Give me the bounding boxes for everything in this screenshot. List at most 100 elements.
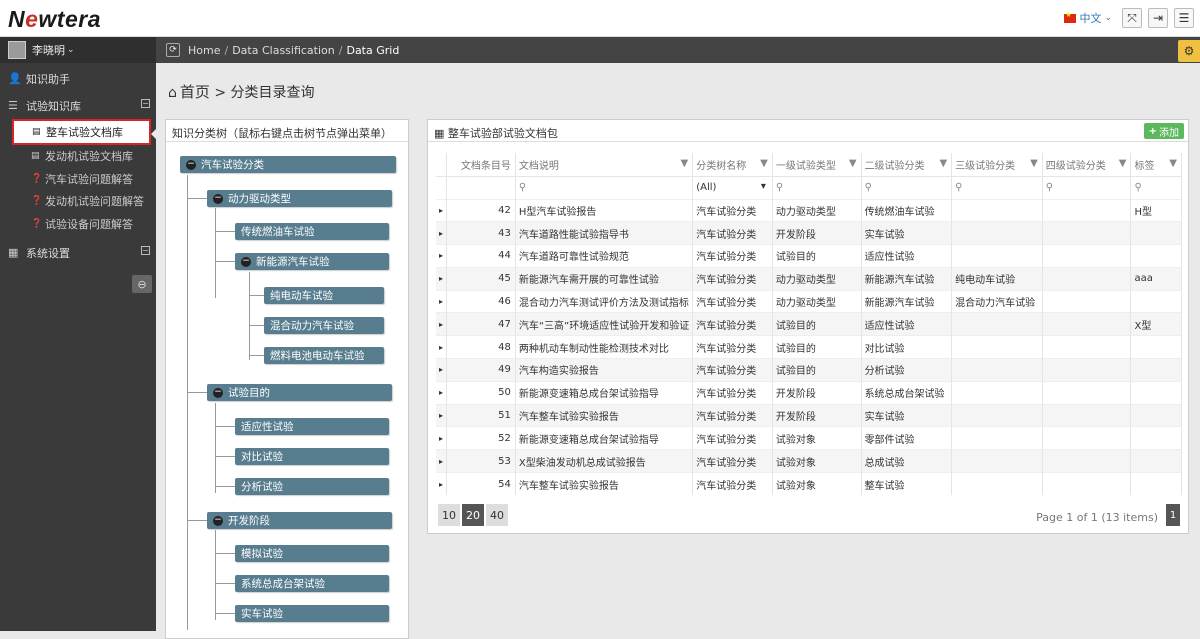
table-row[interactable]: ▸ 48 两种机动车制动性能检测技术对比 汽车试验分类 试验目的 对比试验	[436, 335, 1182, 359]
collapse-icon[interactable]: −	[213, 515, 223, 526]
filter-input[interactable]: ⚲	[1042, 175, 1132, 199]
table-row[interactable]: ▸ 47 汽车“三高”环境适应性试验开发和验证 汽车试验分类 试验目的 适应性试验 X型	[436, 312, 1182, 336]
table-row[interactable]: ▸ 50 新能源变速箱总成台架试验指导 汽车试验分类 开发阶段 系统总成台架试验	[436, 380, 1182, 405]
table-row[interactable]: ▸ 44 汽车道路可靠性试验规范 汽车试验分类 试验目的 适应性试验	[436, 244, 1182, 268]
filter-input[interactable]: ⚲	[772, 175, 862, 199]
expand-row-icon[interactable]: ▸	[436, 289, 447, 313]
tree-node-ev[interactable]: 纯电动车试验	[264, 287, 384, 304]
expand-row-icon[interactable]: ▸	[436, 198, 447, 222]
column-header[interactable]: 三级试验分类 ▼	[951, 153, 1043, 176]
sidebar-item-system-settings[interactable]: ▦ 系统设置 −	[0, 239, 156, 266]
column-header[interactable]: 四级试验分类 ▼	[1042, 153, 1132, 176]
fullscreen-button[interactable]: ⤧	[1122, 8, 1142, 28]
collapse-icon[interactable]: −	[141, 246, 150, 255]
filter-input[interactable]: ⚲	[861, 175, 953, 199]
app-logo[interactable]: Newtera	[8, 6, 101, 33]
tree-node-dev[interactable]: − 开发阶段	[207, 512, 392, 529]
tree-node-sim[interactable]: 模拟试验	[235, 545, 389, 562]
expand-row-icon[interactable]: ▸	[436, 312, 447, 336]
collapse-icon[interactable]: −	[213, 387, 223, 398]
tree-node-root[interactable]: − 汽车试验分类	[180, 156, 396, 173]
filter-icon[interactable]: ▼	[939, 158, 947, 169]
table-row[interactable]: ▸ 45 新能源汽车需开展的可靠性试验 汽车试验分类 动力驱动类型 新能源汽车试验 纯电动车…	[436, 266, 1182, 291]
table-cell: 45	[446, 266, 516, 291]
user-menu[interactable]: 李晓明 ⌄	[0, 37, 156, 63]
table-cell: 试验对象	[772, 449, 862, 473]
logout-button[interactable]: ⇥	[1148, 8, 1168, 28]
sidebar-item-vehicle-faq[interactable]: ❓ 汽车试验问题解答	[0, 168, 156, 191]
filter-select[interactable]: (All)	[692, 175, 773, 199]
filter-input[interactable]: ⚲	[1130, 175, 1182, 199]
collapse-icon[interactable]: −	[186, 159, 196, 170]
tree-node-hybrid[interactable]: 混合动力汽车试验	[264, 317, 384, 334]
page-size-option[interactable]: 40	[486, 504, 508, 526]
filter-icon[interactable]: ▼	[849, 158, 857, 169]
refresh-button[interactable]: ⟳	[166, 43, 180, 57]
sidebar-item-engine-docs[interactable]: ▤ 发动机试验文档库	[0, 145, 156, 168]
language-selector[interactable]: 中文 ⌄	[1064, 10, 1112, 26]
page-size-option[interactable]: 20	[462, 504, 484, 526]
expand-row-icon[interactable]: ▸	[436, 335, 447, 359]
table-row[interactable]: ▸ 52 新能源变速箱总成台架试验指导 汽车试验分类 试验对象 零部件试验	[436, 426, 1182, 450]
expand-row-icon[interactable]: ▸	[436, 426, 447, 450]
table-row[interactable]: ▸ 53 X型柴油发动机总成试验报告 汽车试验分类 试验对象 总成试验	[436, 449, 1182, 473]
table-row[interactable]: ▸ 43 汽车道路性能试验指导书 汽车试验分类 开发阶段 实车试验	[436, 221, 1182, 245]
sidebar-item-assistant[interactable]: 👤 知识助手	[0, 65, 156, 92]
filter-icon[interactable]: ▼	[760, 158, 768, 169]
tree-node-real[interactable]: 实车试验	[235, 605, 389, 622]
filter-icon[interactable]: ▼	[1030, 158, 1038, 169]
breadcrumb: ⟳ Home / Data Classification / Data Grid ⚙	[156, 37, 1200, 63]
filter-icon[interactable]: ▼	[1119, 158, 1127, 169]
page-number-button[interactable]: 1	[1166, 504, 1180, 526]
expand-row-icon[interactable]: ▸	[436, 380, 447, 405]
expand-row-icon[interactable]: ▸	[436, 403, 447, 427]
column-header[interactable]: 一级试验类型 ▼	[772, 153, 862, 176]
breadcrumb-data-classification[interactable]: Data Classification	[232, 44, 335, 57]
tree-node-fuel[interactable]: 传统燃油车试验	[235, 223, 389, 240]
tree-node-fcev[interactable]: 燃料电池电动车试验	[264, 347, 384, 364]
table-row[interactable]: ▸ 42 H型汽车试验报告 汽车试验分类 动力驱动类型 传统燃油车试验 H型	[436, 198, 1182, 222]
tree-node-power[interactable]: − 动力驱动类型	[207, 190, 392, 207]
sidebar-item-engine-faq[interactable]: ❓ 发动机试验问题解答	[0, 190, 156, 213]
table-row[interactable]: ▸ 46 混合动力汽车测试评价方法及测试指标 汽车试验分类 动力驱动类型 新能源汽车试验混…	[436, 289, 1182, 313]
expand-row-icon[interactable]: ▸	[436, 244, 447, 268]
tree-node-analysis[interactable]: 分析试验	[235, 478, 389, 495]
sidebar-item-test-knowledge[interactable]: ☰ 试验知识库 −	[0, 92, 156, 119]
column-header[interactable]: 二级试验分类 ▼	[861, 153, 953, 176]
add-button[interactable]: + 添加	[1143, 123, 1184, 139]
expand-row-icon[interactable]: ▸	[436, 449, 447, 473]
tree-node-compare[interactable]: 对比试验	[235, 448, 389, 465]
sidebar-item-vehicle-docs[interactable]: ▤ 整车试验文档库	[12, 119, 157, 145]
collapse-icon[interactable]: −	[241, 256, 251, 267]
sidebar-item-equipment-faq[interactable]: ❓ 试验设备问题解答	[0, 213, 156, 236]
tree-node-bench[interactable]: 系统总成台架试验	[235, 575, 389, 592]
expand-row-icon[interactable]: ▸	[436, 221, 447, 245]
page-size-option[interactable]: 10	[438, 504, 460, 526]
table-cell: 汽车试验分类	[692, 221, 773, 245]
expand-row-icon[interactable]: ▸	[436, 472, 447, 496]
collapse-icon[interactable]: −	[213, 193, 223, 204]
table-row[interactable]: ▸ 49 汽车构造实验报告 汽车试验分类 试验目的 分析试验	[436, 358, 1182, 382]
column-header[interactable]: 文档条目号	[446, 153, 516, 176]
filter-input[interactable]: ⚲	[515, 175, 694, 199]
expand-row-icon[interactable]: ▸	[436, 266, 447, 291]
expand-row-icon[interactable]: ▸	[436, 358, 447, 382]
table-cell	[1042, 221, 1132, 245]
tree-node-nev[interactable]: − 新能源汽车试验	[235, 253, 389, 270]
filter-icon[interactable]: ▼	[1169, 158, 1177, 169]
collapse-icon[interactable]: −	[141, 99, 150, 108]
filter-input[interactable]: ⚲	[951, 175, 1043, 199]
column-header[interactable]: 标签 ▼	[1130, 153, 1182, 176]
column-header[interactable]: 分类树名称 ▼	[692, 153, 773, 176]
breadcrumb-home[interactable]: Home	[188, 44, 220, 57]
tree-node-adapt[interactable]: 适应性试验	[235, 418, 389, 435]
tree-node-purpose[interactable]: − 试验目的	[207, 384, 392, 401]
settings-button[interactable]: ⚙	[1178, 40, 1200, 62]
menu-button[interactable]: ☰	[1174, 8, 1194, 28]
column-header[interactable]: 文档说明 ▼	[515, 153, 694, 176]
table-cell	[1130, 449, 1182, 473]
sidebar-collapse-button[interactable]: ⊖	[132, 275, 152, 293]
filter-icon[interactable]: ▼	[681, 158, 689, 169]
table-row[interactable]: ▸ 51 汽车整车试验实验报告 汽车试验分类 开发阶段 实车试验	[436, 403, 1182, 427]
table-row[interactable]: ▸ 54 汽车整车试验实验报告 汽车试验分类 试验对象 整车试验	[436, 472, 1182, 496]
